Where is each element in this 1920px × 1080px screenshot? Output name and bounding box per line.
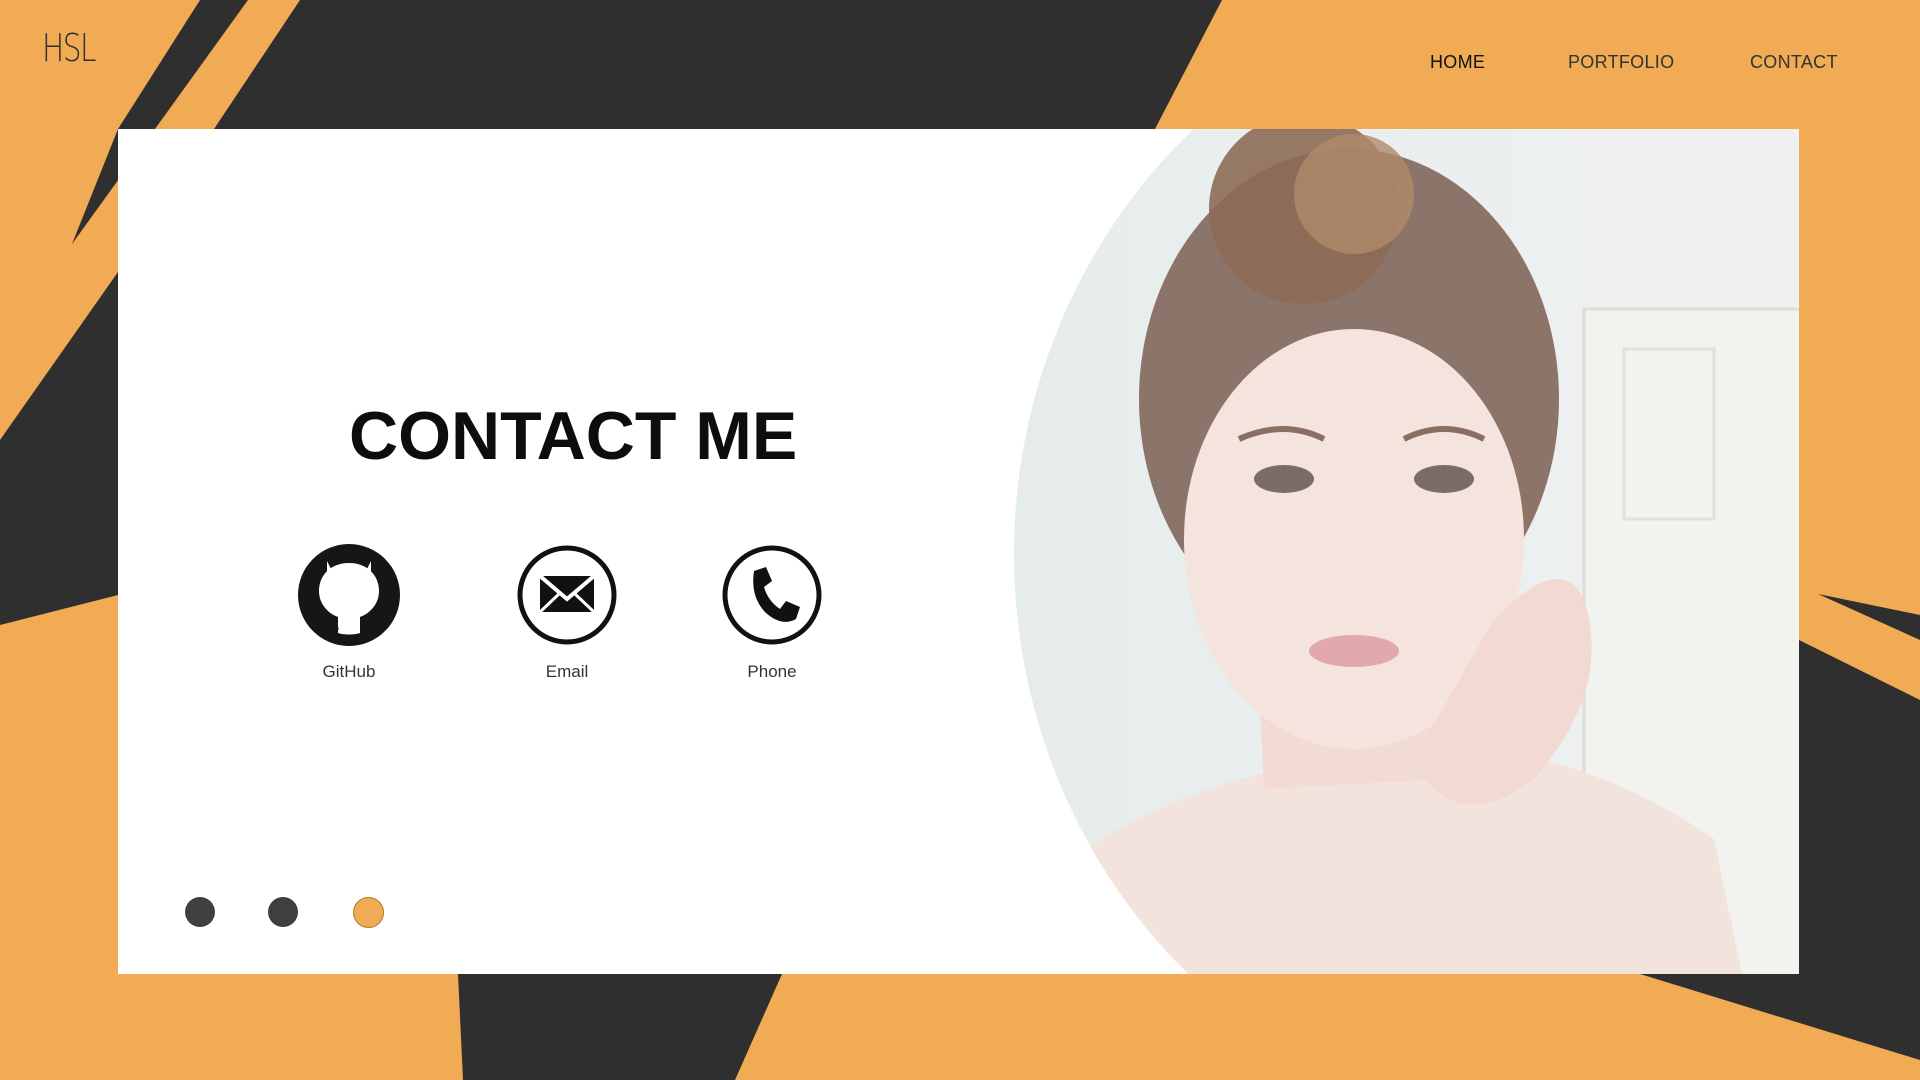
envelope-icon <box>517 545 617 645</box>
github-icon <box>298 544 400 646</box>
profile-photo <box>1014 129 1799 974</box>
nav-contact-link[interactable]: CONTACT <box>1750 52 1838 73</box>
email-link[interactable]: Email <box>497 543 637 682</box>
pager-dot-2[interactable] <box>268 897 298 927</box>
content-card: CONTACT ME GitHub Email Phone <box>118 129 1799 974</box>
email-label: Email <box>545 662 589 681</box>
phone-link[interactable]: Phone <box>702 543 842 682</box>
github-link[interactable]: GitHub <box>279 543 419 682</box>
github-label: GitHub <box>322 662 376 681</box>
pager-dot-1[interactable] <box>185 897 215 927</box>
nav-home-link[interactable]: HOME <box>1430 52 1485 73</box>
page-title: CONTACT ME <box>349 398 798 474</box>
phone-icon <box>722 545 822 645</box>
phone-label: Phone <box>747 662 797 681</box>
pager-dot-3-active[interactable] <box>353 897 384 928</box>
main-nav: HOME PORTFOLIO CONTACT <box>0 52 1920 82</box>
nav-portfolio-link[interactable]: PORTFOLIO <box>1568 52 1674 73</box>
